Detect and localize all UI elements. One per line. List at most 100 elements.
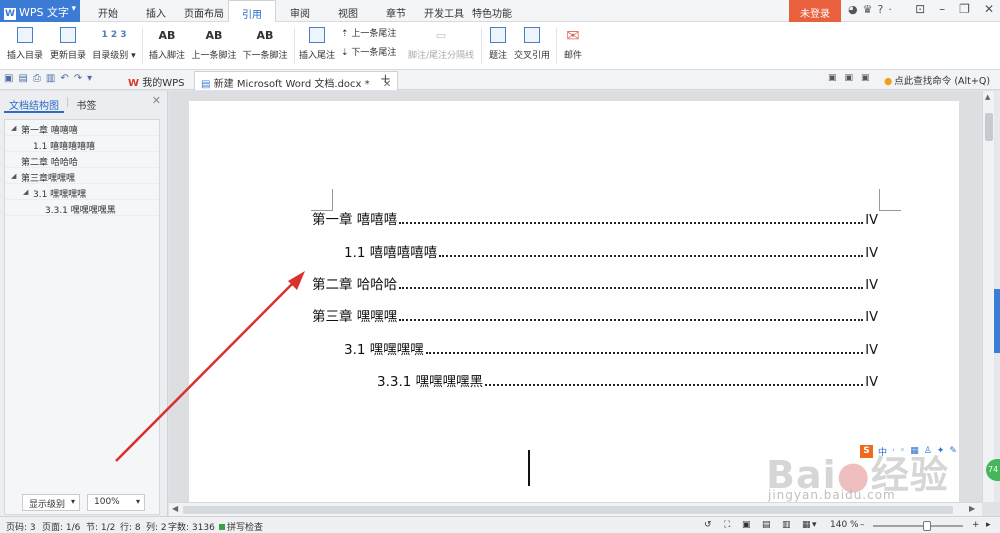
tools-icon[interactable]: ✎ — [949, 446, 957, 456]
mail-button[interactable]: ✉ 邮件 — [561, 24, 585, 62]
tab-special[interactable]: 特色功能 — [468, 0, 516, 22]
toc-entry[interactable]: 3.1 嘿嘿嘿嘿 IV — [344, 338, 878, 358]
zoom-out-icon[interactable]: – — [860, 520, 865, 530]
horizontal-scrollbar[interactable]: ◀ ▶ — [169, 502, 982, 516]
full-screen-icon[interactable]: ⛶ — [724, 520, 730, 530]
minimize-icon[interactable]: – — [939, 2, 945, 16]
tab-references[interactable]: 引用 — [228, 0, 276, 22]
voice-icon[interactable]: ◦ — [900, 446, 905, 456]
tab-developer[interactable]: 开发工具 — [420, 0, 468, 22]
share-icon[interactable]: ▣ — [828, 73, 837, 83]
punctuation-icon[interactable]: · — [892, 446, 895, 456]
outline-view-icon[interactable]: ▤ — [762, 520, 771, 530]
next-footnote-button[interactable]: AB 下一条脚注 — [241, 24, 289, 62]
scroll-up-icon[interactable]: ▲ — [985, 93, 990, 101]
update-toc-button[interactable]: 更新目录 — [48, 24, 88, 61]
status-zoom[interactable]: 140 % — [830, 520, 859, 530]
page-view-icon[interactable]: ▣ — [742, 520, 751, 530]
save-icon[interactable]: ▣ — [4, 73, 13, 84]
close-icon[interactable]: ✕ — [984, 2, 994, 16]
document-page[interactable]: 第一章 嘻嘻嘻 IV 1.1 嘻嘻嘻嘻嘻 IV 第二章 哈哈哈 IV 第三章 嘿… — [189, 101, 959, 502]
insert-endnote-button[interactable]: 插入尾注 — [298, 24, 336, 61]
web-view-icon[interactable]: ▦ — [802, 520, 811, 530]
customize-icon[interactable]: ▾ — [87, 73, 92, 84]
print-preview-icon[interactable]: ▥ — [46, 73, 55, 84]
tab-home[interactable]: 开始 — [84, 0, 132, 22]
more-icon[interactable]: · — [888, 3, 892, 16]
find-command-box[interactable]: ● 点此查找命令 (Alt+Q) — [884, 73, 990, 87]
insert-footnote-button[interactable]: AB 插入脚注 — [147, 24, 187, 62]
toc-entry[interactable]: 1.1 嘻嘻嘻嘻嘻 IV — [344, 241, 878, 261]
next-endnote-button[interactable]: ⇣ 下一条尾注 — [341, 45, 396, 58]
shirt-icon[interactable]: ♛ — [863, 3, 873, 16]
status-word-count[interactable]: 字数: 3136 — [168, 520, 215, 533]
vertical-scrollbar[interactable]: ▲ — [982, 91, 994, 502]
zoom-in-icon[interactable]: + — [972, 520, 980, 530]
cross-reference-button[interactable]: 交叉引用 — [513, 24, 551, 61]
insert-toc-button[interactable]: 插入目录 — [6, 24, 44, 61]
tab-view[interactable]: 视图 — [324, 0, 372, 22]
scroll-thumb[interactable] — [985, 113, 993, 141]
collapse-icon[interactable]: ◢ — [11, 172, 16, 180]
nav-zoom-select[interactable]: 100% ▾ — [87, 494, 145, 511]
login-button[interactable]: 未登录 — [789, 0, 841, 22]
skin-icon[interactable]: ✦ — [937, 446, 945, 456]
tab-page-layout[interactable]: 页面布局 — [180, 0, 228, 22]
skin-icon[interactable]: ◕ — [848, 3, 858, 16]
redo-icon[interactable]: ↷ — [74, 73, 82, 84]
sogou-icon[interactable]: S — [860, 444, 873, 458]
print-icon[interactable]: ⎙ — [33, 73, 41, 84]
view-options-icon[interactable]: ▾ — [812, 520, 817, 530]
note-separator-button[interactable]: ▭ 脚注/尾注分隔线 — [406, 24, 476, 62]
zoom-slider[interactable] — [873, 521, 963, 531]
backup-icon[interactable]: ▣ — [861, 73, 870, 83]
outline-item[interactable]: ◢ 第三章嘿嘿嘿 — [5, 168, 159, 184]
outline-item[interactable]: ◢ 第一章 嘻嘻嘻 — [5, 120, 159, 136]
tab-review[interactable]: 审阅 — [276, 0, 324, 22]
pin-window-icon[interactable]: ⊡ — [915, 2, 925, 16]
prev-endnote-button[interactable]: ⇡ 上一条尾注 — [341, 26, 396, 39]
template-icon[interactable]: ▣ — [845, 73, 854, 83]
scroll-thumb[interactable] — [183, 506, 953, 514]
status-page[interactable]: 页面: 1/6 — [42, 520, 80, 533]
keyboard-icon[interactable]: ▦ — [910, 446, 919, 456]
toc-level-dropdown[interactable]: 1 2 3 目录级别 ▾ — [92, 24, 136, 61]
app-menu-button[interactable]: W WPS 文字 ▾ — [0, 0, 80, 22]
fit-page-icon[interactable]: ▸ — [986, 520, 991, 530]
user-icon[interactable]: ♙ — [924, 446, 932, 456]
outline-item[interactable]: 3.3.1 嘿嘿嘿嘿黑 — [5, 200, 159, 216]
reading-view-icon[interactable]: ▥ — [782, 520, 791, 530]
tab-bookmarks[interactable]: 书签 — [71, 95, 101, 113]
side-panel-toggle[interactable] — [994, 289, 1000, 353]
tab-insert[interactable]: 插入 — [132, 0, 180, 22]
toc-entry[interactable]: 3.3.1 嘿嘿嘿嘿黑 IV — [377, 370, 878, 390]
prev-footnote-button[interactable]: AB 上一条脚注 — [191, 24, 237, 62]
new-tab-icon[interactable]: + — [380, 72, 391, 87]
outline-item[interactable]: 1.1 嘻嘻嘻嘻嘻 — [5, 136, 159, 152]
caption-button[interactable]: 题注 — [486, 24, 510, 61]
zoom-slider-thumb[interactable] — [923, 521, 931, 531]
display-level-select[interactable]: 显示级别 ▾ — [22, 494, 80, 511]
undo-icon[interactable]: ↶ — [60, 73, 68, 84]
toc-entry[interactable]: 第三章 嘿嘿嘿 IV — [312, 305, 878, 325]
tab-document-structure[interactable]: 文档结构图 — [4, 95, 64, 113]
revision-icon[interactable]: ↺ — [704, 520, 712, 530]
toc-level-label: 目录级别 — [92, 51, 129, 61]
scroll-left-icon[interactable]: ◀ — [172, 504, 178, 513]
toc-entry[interactable]: 第一章 嘻嘻嘻 IV — [312, 208, 878, 228]
restore-icon[interactable]: ❐ — [959, 2, 970, 16]
export-pdf-icon[interactable]: ▤ — [18, 73, 27, 84]
outline-item[interactable]: 第二章 哈哈哈 — [5, 152, 159, 168]
document-area[interactable]: 第一章 嘻嘻嘻 IV 1.1 嘻嘻嘻嘻嘻 IV 第二章 哈哈哈 IV 第三章 嘿… — [169, 91, 982, 502]
scroll-right-icon[interactable]: ▶ — [969, 504, 975, 513]
chinese-mode-icon[interactable]: 中 — [878, 445, 887, 458]
collapse-icon[interactable]: ◢ — [23, 188, 28, 196]
spell-check-indicator[interactable]: 拼写检查 — [219, 520, 263, 533]
outline-item[interactable]: ◢ 3.1 嘿嘿嘿嘿 — [5, 184, 159, 200]
tab-document[interactable]: ▤ 新建 Microsoft Word 文档.docx * ✕ — [194, 71, 399, 90]
close-pane-icon[interactable]: ✕ — [152, 94, 161, 107]
help-icon[interactable]: ? — [877, 3, 883, 16]
toc-entry[interactable]: 第二章 哈哈哈 IV — [312, 273, 878, 293]
tab-chapter[interactable]: 章节 — [372, 0, 420, 22]
collapse-icon[interactable]: ◢ — [11, 124, 16, 132]
